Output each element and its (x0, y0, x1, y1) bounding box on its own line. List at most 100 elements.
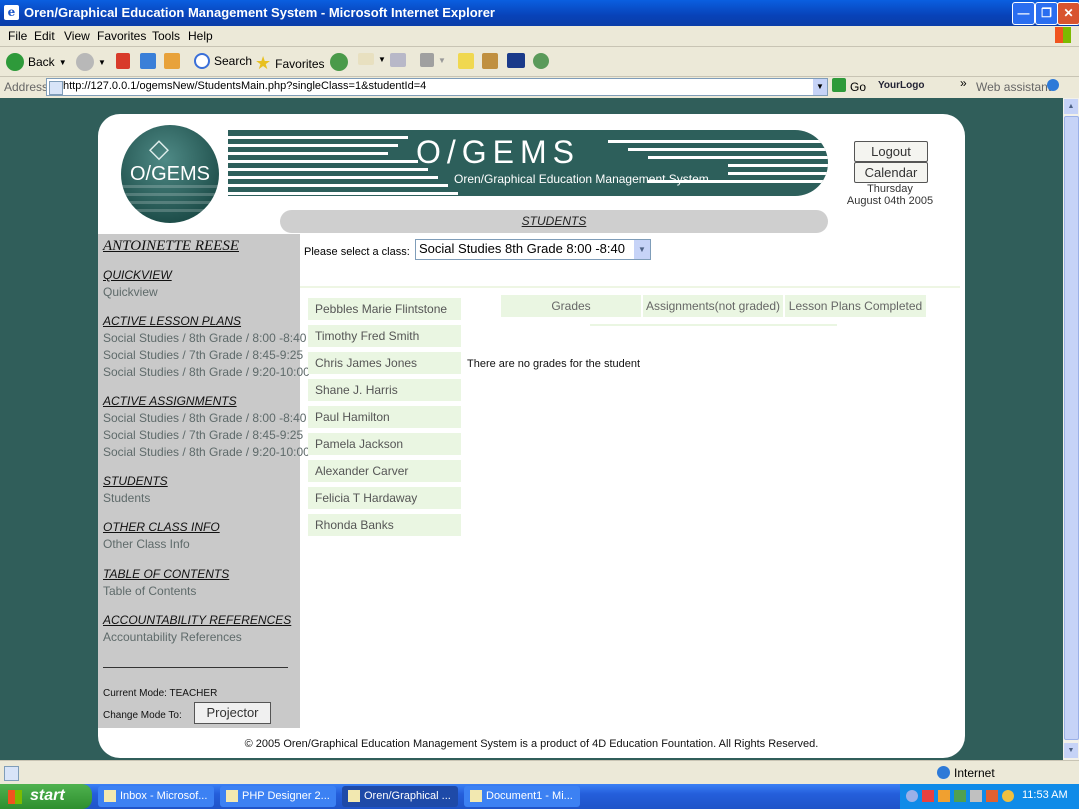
history-button[interactable] (330, 53, 348, 71)
clock[interactable]: 11:53 AM (1022, 789, 1068, 801)
student-item[interactable]: Rhonda Banks (308, 514, 461, 536)
forward-button[interactable]: ▼ (76, 53, 106, 71)
sidebar-link-assignment[interactable]: Social Studies / 8th Grade / 8:00 -8:40 (103, 411, 306, 425)
student-item[interactable]: Pebbles Marie Flintstone (308, 298, 461, 320)
taskbar-item-ie[interactable]: Oren/Graphical ... (342, 786, 458, 807)
sidebar-heading-lesson-plans[interactable]: ACTIVE LESSON PLANS (103, 314, 241, 328)
menu-help[interactable]: Help (188, 29, 213, 43)
print-button[interactable] (390, 53, 406, 67)
sidebar-heading-quickview[interactable]: QUICKVIEW (103, 268, 172, 282)
taskbar-item-inbox[interactable]: Inbox - Microsof... (98, 786, 214, 807)
student-item[interactable]: Felicia T Hardaway (308, 487, 461, 509)
php-designer-icon (226, 790, 238, 802)
sidebar-link-other-class-info[interactable]: Other Class Info (103, 537, 190, 551)
tray-icon[interactable] (986, 790, 998, 802)
maximize-button[interactable]: ❐ (1035, 2, 1058, 25)
student-item[interactable]: Paul Hamilton (308, 406, 461, 428)
start-label: start (30, 787, 65, 804)
projector-button[interactable]: Projector (194, 702, 271, 724)
sidebar-link-assignment[interactable]: Social Studies / 8th Grade / 9:20-10:00 (103, 445, 310, 459)
calendar-button[interactable]: Calendar (854, 162, 928, 183)
web-assistant[interactable]: Web assistant (976, 80, 1051, 94)
ie-task-icon (348, 790, 360, 802)
people-button[interactable] (533, 53, 549, 69)
section-title[interactable]: STUDENTS (280, 210, 828, 233)
taskbar-item-php-designer[interactable]: PHP Designer 2... (220, 786, 336, 807)
tray-icon[interactable] (922, 790, 934, 802)
sidebar-link-lesson-plan[interactable]: Social Studies / 8th Grade / 9:20-10:00 (103, 365, 310, 379)
mail-button[interactable]: ▼ (358, 53, 386, 65)
sidebar-heading-table-of-contents[interactable]: TABLE OF CONTENTS (103, 567, 229, 581)
research-button[interactable] (482, 53, 498, 69)
favorites-button[interactable]: ★ Favorites (255, 53, 325, 74)
refresh-button[interactable] (140, 53, 156, 69)
close-button[interactable]: ✕ (1057, 2, 1079, 25)
sidebar-link-accountability[interactable]: Accountability References (103, 630, 242, 644)
sidebar-link-assignment[interactable]: Social Studies / 7th Grade / 8:45-9:25 (103, 428, 303, 442)
tray-icon[interactable] (906, 790, 918, 802)
edit-button[interactable]: ▼ (420, 53, 446, 67)
search-icon (194, 53, 210, 69)
sidebar-heading-other-class-info[interactable]: OTHER CLASS INFO (103, 520, 220, 534)
student-item[interactable]: Pamela Jackson (308, 433, 461, 455)
address-input[interactable]: http://127.0.0.1/ogemsNew/StudentsMain.p… (46, 78, 828, 96)
address-bar: Address http://127.0.0.1/ogemsNew/Studen… (0, 76, 1079, 97)
tab-lesson-plans-completed[interactable]: Lesson Plans Completed (785, 295, 926, 317)
menu-favorites[interactable]: Favorites (97, 29, 146, 43)
sidebar-link-table-of-contents[interactable]: Table of Contents (103, 584, 196, 598)
sidebar-heading-students[interactable]: STUDENTS (103, 474, 168, 488)
sidebar-heading-accountability[interactable]: ACCOUNTABILITY REFERENCES (103, 613, 291, 627)
menu-view[interactable]: View (64, 29, 90, 43)
start-button[interactable]: start (0, 784, 92, 809)
class-select[interactable]: Social Studies 8th Grade 8:00 -8:40 ▼ (415, 239, 651, 260)
tray-icon[interactable] (938, 790, 950, 802)
sidebar-link-lesson-plan[interactable]: Social Studies / 7th Grade / 8:45-9:25 (103, 348, 303, 362)
student-item[interactable]: Timothy Fred Smith (308, 325, 461, 347)
diamond-icon: ◇ (149, 133, 169, 163)
user-name[interactable]: ANTOINETTE REESE (103, 238, 239, 255)
menu-file[interactable]: File (8, 29, 27, 43)
go-button[interactable]: Go (850, 80, 866, 94)
banner-title: O/GEMS (416, 134, 581, 170)
student-item[interactable]: Alexander Carver (308, 460, 461, 482)
address-dropdown-icon[interactable]: ▼ (813, 79, 827, 95)
stop-icon (116, 53, 130, 69)
notes-icon (458, 53, 474, 69)
research-icon (482, 53, 498, 69)
tray-icon[interactable] (954, 790, 966, 802)
minimize-button[interactable]: — (1012, 2, 1035, 25)
scroll-down-icon[interactable]: ▼ (1064, 743, 1078, 758)
scroll-up-icon[interactable]: ▲ (1064, 99, 1078, 114)
taskbar-item-document[interactable]: Document1 - Mi... (464, 786, 580, 807)
stop-button[interactable] (116, 53, 130, 69)
sidebar-link-quickview[interactable]: Quickview (103, 285, 158, 299)
banner: O/GEMS Oren/Graphical Education Manageme… (228, 130, 828, 196)
menu-tools[interactable]: Tools (152, 29, 180, 43)
search-button[interactable]: Search (194, 53, 252, 69)
logout-button[interactable]: Logout (854, 141, 928, 162)
menu-edit[interactable]: Edit (34, 29, 55, 43)
sidebar-link-students[interactable]: Students (103, 491, 150, 505)
sidebar-heading-assignments[interactable]: ACTIVE ASSIGNMENTS (103, 394, 237, 408)
student-item[interactable]: Shane J. Harris (308, 379, 461, 401)
notes-button[interactable] (458, 53, 474, 69)
forward-arrow-icon (76, 53, 94, 71)
vertical-scrollbar[interactable]: ▲ ▼ (1063, 98, 1079, 760)
student-item[interactable]: Chris James Jones (308, 352, 461, 374)
chevron-down-icon[interactable]: ▼ (634, 240, 650, 259)
messenger-button[interactable] (507, 53, 525, 68)
sidebar-link-lesson-plan[interactable]: Social Studies / 8th Grade / 8:00 -8:40 (103, 331, 306, 345)
toolbar-chevron-icon[interactable]: » (960, 76, 967, 90)
go-icon[interactable] (832, 78, 846, 92)
people-icon (533, 53, 549, 69)
tab-assignments-not-graded[interactable]: Assignments(not graded) (643, 295, 783, 317)
scroll-thumb[interactable] (1064, 116, 1079, 740)
tab-grades[interactable]: Grades (501, 295, 641, 317)
back-button[interactable]: Back ▼ (6, 53, 67, 71)
tray-icon[interactable] (1002, 790, 1014, 802)
title-bar: e Oren/Graphical Education Management Sy… (0, 0, 1079, 26)
sidebar-divider (103, 667, 288, 668)
yourlogo-toolbar[interactable]: YourLogo (878, 80, 924, 91)
tray-icon[interactable] (970, 790, 982, 802)
home-button[interactable] (164, 53, 180, 69)
